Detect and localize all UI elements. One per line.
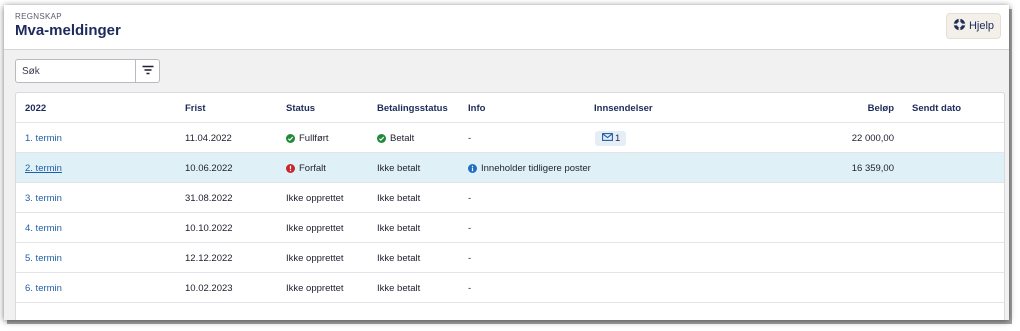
- status-label: Fullført: [299, 132, 329, 144]
- table-toolbar: [15, 59, 160, 83]
- info-circle-icon: [468, 163, 477, 173]
- info-cell: -: [468, 222, 472, 234]
- table-row: 1. termin 11.04.2022 Fullført Betalt - 1…: [16, 123, 1004, 153]
- table-row: 3. termin 31.08.2022 Ikke opprettet Ikke…: [16, 183, 1004, 213]
- column-header-status: Status: [286, 102, 316, 114]
- belop-cell: 16 359,00: [851, 162, 894, 174]
- betalingsstatus-label: Betalt: [390, 132, 415, 144]
- betalingsstatus-cell: Betalt: [377, 123, 414, 153]
- column-header-betalingsstatus: Betalingsstatus: [377, 102, 448, 114]
- lifebuoy-icon: [953, 18, 966, 34]
- status-cell: Ikke opprettet: [286, 222, 344, 234]
- column-header-frist: Frist: [185, 102, 206, 114]
- info-cell: -: [468, 282, 472, 294]
- table-row: 6. termin 10.02.2023 Ikke opprettet Ikke…: [16, 273, 1004, 303]
- table-row: 5. termin 12.12.2022 Ikke opprettet Ikke…: [16, 243, 1004, 273]
- envelope-icon: [602, 132, 613, 144]
- help-button[interactable]: Hjelp: [946, 13, 1001, 39]
- help-button-label: Hjelp: [968, 20, 995, 32]
- column-header-sendt-dato: Sendt dato: [912, 102, 962, 114]
- frist-cell: 12.12.2022: [185, 252, 233, 264]
- termin-link[interactable]: 4. termin: [25, 223, 62, 234]
- status-label: Forfalt: [299, 162, 326, 174]
- betalingsstatus-cell: Ikke betalt: [377, 222, 421, 234]
- info-cell: -: [468, 132, 472, 144]
- betalingsstatus-cell: Ikke betalt: [377, 282, 421, 294]
- error-circle-icon: [286, 163, 295, 173]
- info-label: Inneholder tidligere poster: [481, 162, 591, 174]
- column-header-year: 2022: [25, 102, 47, 114]
- filter-icon: [142, 62, 154, 80]
- belop-cell: 22 000,00: [851, 132, 894, 144]
- check-circle-icon: [377, 133, 386, 143]
- frist-cell: 10.02.2023: [185, 282, 233, 294]
- info-cell: -: [468, 192, 472, 204]
- column-header-info: Info: [468, 102, 486, 114]
- info-cell: Inneholder tidligere poster: [468, 153, 591, 183]
- search-input[interactable]: [15, 59, 136, 83]
- status-cell: Ikke opprettet: [286, 282, 344, 294]
- app-window: REGNSKAP Mva-meldinger Hjelp 2022 Frist …: [4, 5, 1009, 320]
- column-header-innsendelser: Innsendelser: [594, 102, 653, 114]
- info-cell: -: [468, 252, 472, 264]
- filter-button[interactable]: [136, 59, 160, 83]
- innsendelser-badge[interactable]: 1: [595, 130, 627, 146]
- frist-cell: 10.06.2022: [185, 162, 233, 174]
- innsendelser-count: 1: [615, 132, 621, 144]
- betalingsstatus-cell: Ikke betalt: [377, 252, 421, 264]
- status-cell: Ikke opprettet: [286, 252, 344, 264]
- status-cell: Forfalt: [286, 153, 326, 183]
- page-header: REGNSKAP Mva-meldinger Hjelp: [4, 5, 1009, 50]
- betalingsstatus-cell: Ikke betalt: [377, 162, 421, 174]
- table-row: 4. termin 10.10.2022 Ikke opprettet Ikke…: [16, 213, 1004, 243]
- betalingsstatus-cell: Ikke betalt: [377, 192, 421, 204]
- check-circle-icon: [286, 133, 295, 143]
- termin-link[interactable]: 1. termin: [25, 133, 62, 144]
- termin-link[interactable]: 6. termin: [25, 283, 62, 294]
- table-row: 2. termin 10.06.2022 Forfalt Ikke betalt…: [16, 153, 1004, 183]
- column-header-belop: Beløp: [867, 102, 894, 114]
- frist-cell: 31.08.2022: [185, 192, 233, 204]
- page-kicker: REGNSKAP: [15, 12, 62, 21]
- termin-link[interactable]: 5. termin: [25, 253, 62, 264]
- page-title: Mva-meldinger: [15, 22, 121, 39]
- status-cell: Ikke opprettet: [286, 192, 344, 204]
- innsendelser-cell: 1: [594, 123, 627, 153]
- frist-cell: 10.10.2022: [185, 222, 233, 234]
- table-header-row: 2022 Frist Status Betalingsstatus Info I…: [16, 93, 1004, 123]
- frist-cell: 11.04.2022: [185, 132, 232, 144]
- mva-table: 2022 Frist Status Betalingsstatus Info I…: [15, 92, 1005, 320]
- status-cell: Fullført: [286, 123, 329, 153]
- termin-link[interactable]: 2. termin: [25, 163, 62, 174]
- termin-link[interactable]: 3. termin: [25, 193, 62, 204]
